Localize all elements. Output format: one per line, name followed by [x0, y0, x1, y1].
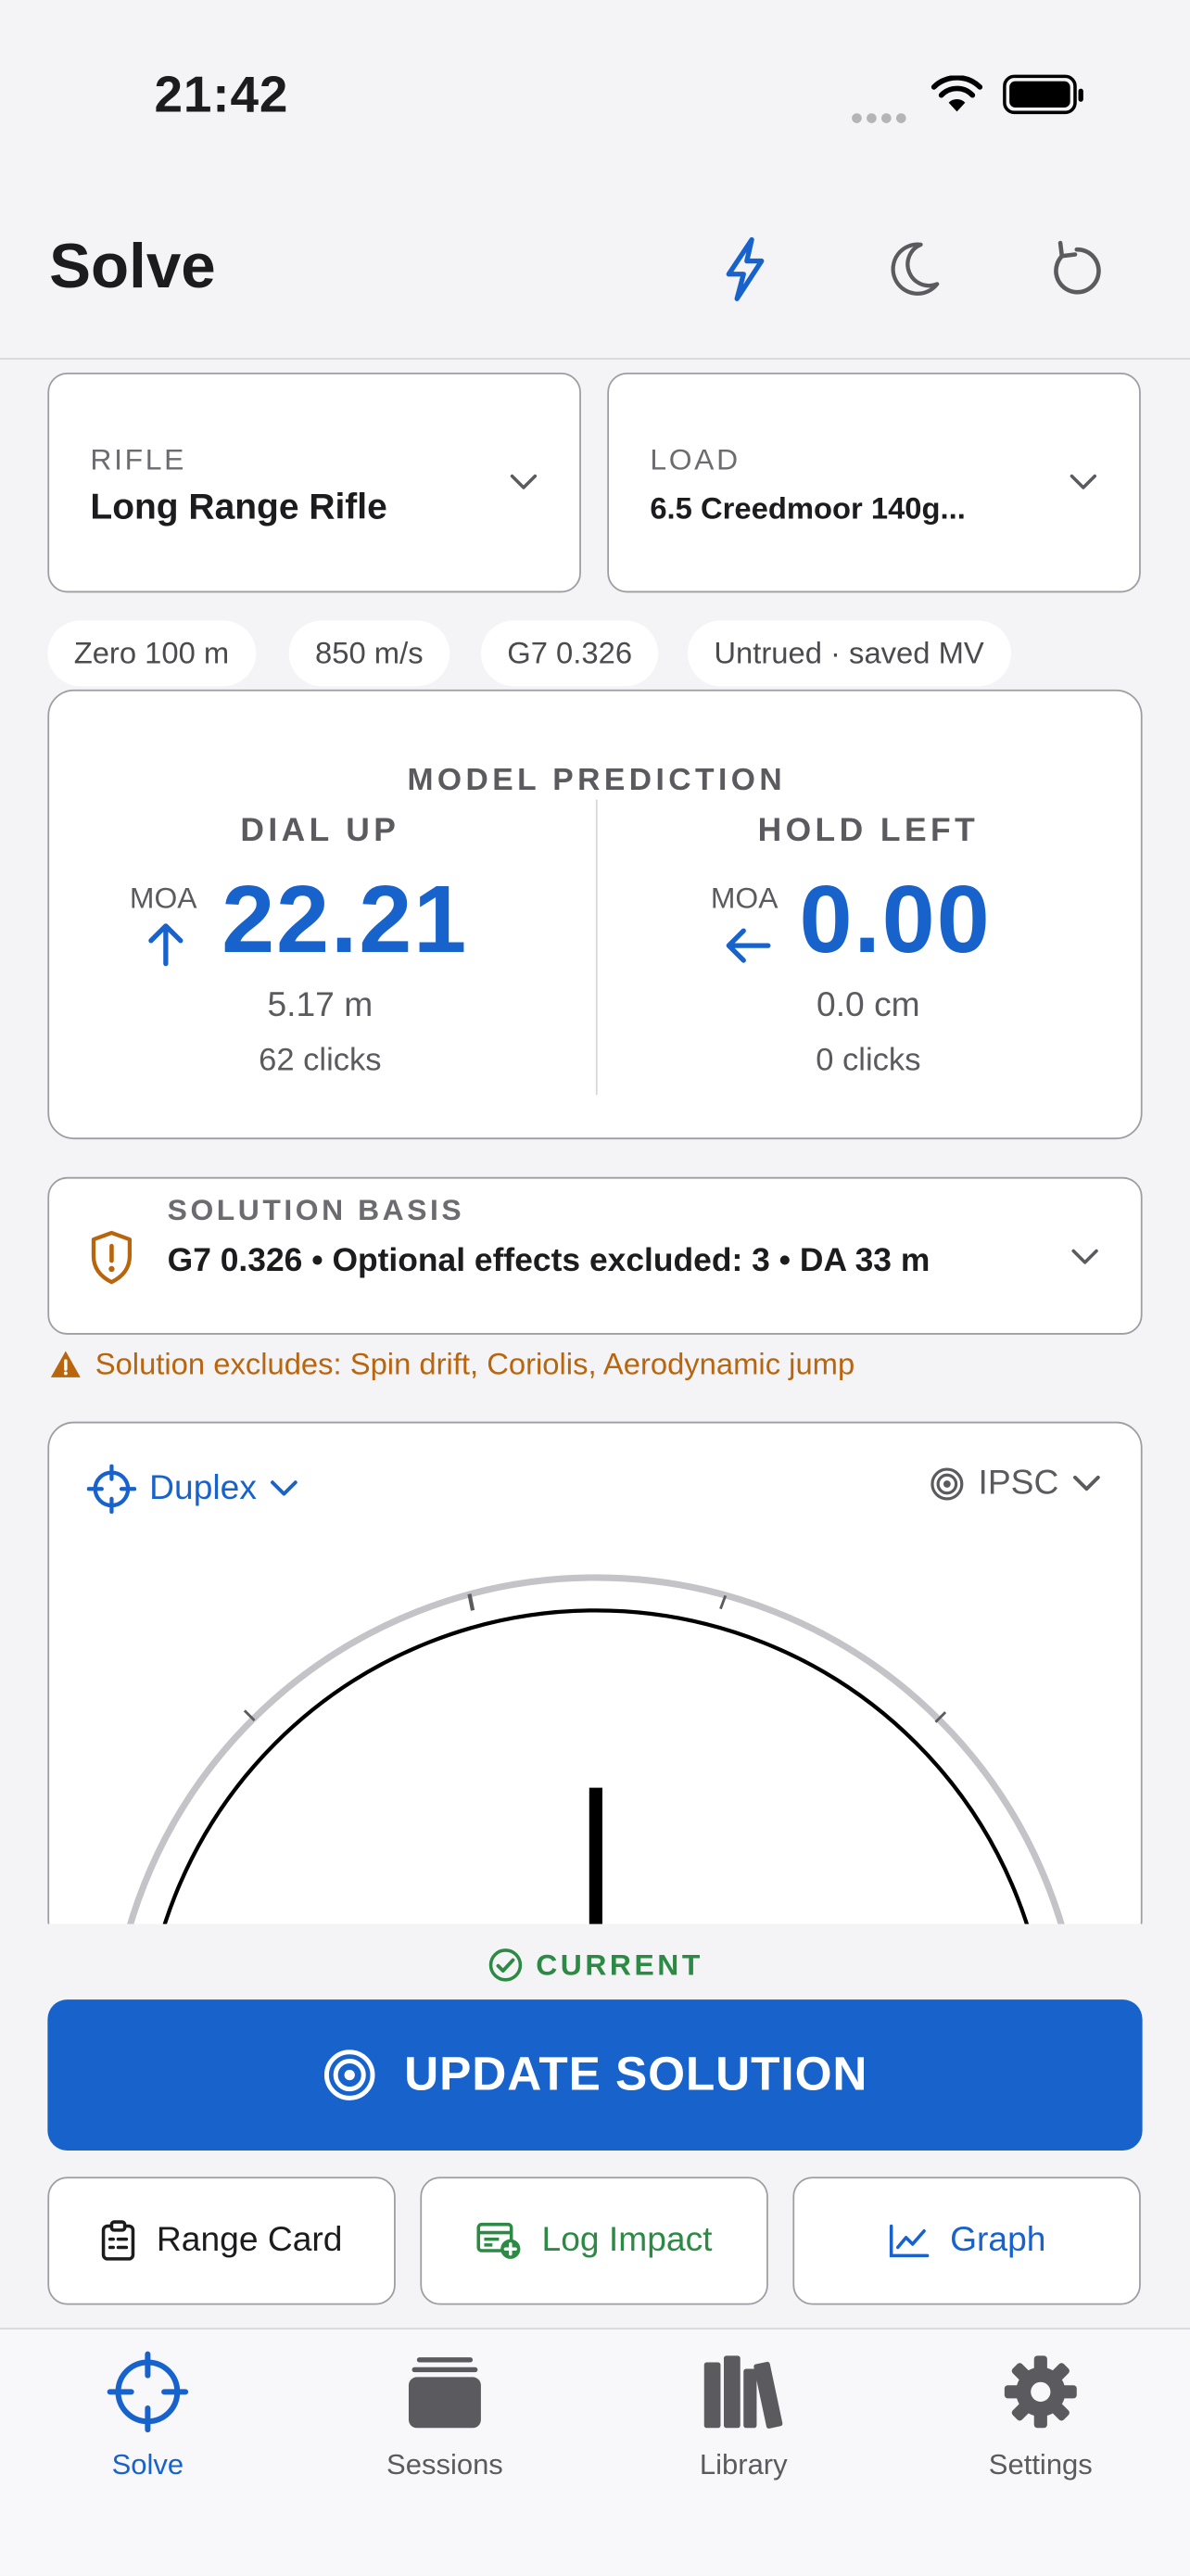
zero-chip: Zero 100 m — [47, 620, 256, 687]
header-divider — [0, 358, 1190, 360]
tab-sessions[interactable]: Sessions — [330, 2346, 560, 2482]
log-add-icon — [476, 2222, 521, 2259]
rifle-label: RIFLE — [90, 443, 187, 476]
tab-solve[interactable]: Solve — [32, 2346, 262, 2482]
hold-left-linear: 0.0 cm — [817, 986, 920, 1025]
reticle-card: Duplex IPSC — [47, 1421, 1143, 1948]
reticle-view[interactable] — [49, 1423, 1142, 1947]
hold-left-title: HOLD LEFT — [757, 812, 980, 849]
log-impact-label: Log Impact — [541, 2221, 713, 2259]
dial-up-unit: MOA — [129, 882, 197, 915]
prediction-divider — [595, 799, 598, 1096]
graph-label: Graph — [950, 2221, 1046, 2259]
chart-line-icon — [889, 2224, 930, 2258]
warning-text: Solution excludes: Spin drift, Coriolis,… — [95, 1346, 855, 1381]
dial-up-value: 22.21 — [222, 867, 469, 974]
log-impact-button[interactable]: Log Impact — [420, 2176, 768, 2305]
arrow-up-icon — [148, 923, 184, 967]
bc-chip: G7 0.326 — [480, 620, 659, 687]
truing-chip: Untrued · saved MV — [688, 620, 1011, 687]
dial-up-linear: 5.17 m — [267, 986, 373, 1025]
update-solution-button[interactable]: UPDATE SOLUTION — [47, 1999, 1143, 2151]
tab-sessions-label: Sessions — [386, 2447, 503, 2481]
chevron-down-icon — [1070, 474, 1097, 489]
wifi-icon — [930, 75, 983, 112]
velocity-chip: 850 m/s — [288, 620, 449, 687]
hold-left-value: 0.00 — [799, 867, 992, 974]
hold-left-clicks: 0 clicks — [816, 1042, 921, 1079]
dark-mode-moon-icon[interactable] — [877, 233, 949, 305]
dial-up-clicks: 62 clicks — [259, 1042, 382, 1079]
load-label: LOAD — [650, 443, 741, 476]
status-time: 21:42 — [154, 65, 289, 123]
lightning-icon[interactable] — [709, 233, 781, 305]
chevron-down-icon — [510, 474, 538, 489]
clipboard-icon — [102, 2220, 135, 2261]
page-title: Solve — [49, 233, 216, 302]
load-selector[interactable]: LOAD 6.5 Creedmoor 140g... — [607, 373, 1141, 593]
graph-button[interactable]: Graph — [792, 2176, 1141, 2305]
solution-basis-card[interactable]: SOLUTION BASIS G7 0.326 • Optional effec… — [47, 1176, 1143, 1335]
solution-basis-label: SOLUTION BASIS — [167, 1193, 465, 1226]
rifle-value: Long Range Rifle — [90, 486, 387, 527]
books-icon — [703, 2355, 783, 2429]
update-solution-label: UPDATE SOLUTION — [404, 2048, 868, 2100]
solution-status-text: CURRENT — [536, 1948, 703, 1981]
tab-library[interactable]: Library — [628, 2346, 858, 2482]
solution-status: CURRENT — [0, 1947, 1190, 1983]
tab-settings[interactable]: Settings — [926, 2346, 1156, 2482]
range-card-label: Range Card — [156, 2221, 343, 2259]
check-circle-icon — [487, 1948, 522, 1982]
crosshair-icon — [107, 2351, 189, 2433]
tab-solve-label: Solve — [111, 2447, 184, 2481]
arrow-left-icon — [726, 928, 771, 963]
reset-icon[interactable] — [1041, 233, 1113, 305]
tab-settings-label: Settings — [988, 2447, 1093, 2481]
hold-left-unit: MOA — [710, 882, 779, 915]
prediction-title: MODEL PREDICTION — [407, 763, 787, 798]
dial-up-title: DIAL UP — [240, 812, 400, 849]
range-card-button[interactable]: Range Card — [47, 2176, 396, 2305]
tab-library-label: Library — [699, 2447, 788, 2481]
rifle-selector[interactable]: RIFLE Long Range Rifle — [47, 373, 581, 593]
chevron-down-icon — [1071, 1249, 1098, 1264]
gear-icon — [1004, 2355, 1077, 2429]
shield-alert-icon — [91, 1230, 133, 1285]
cellular-signal-icon — [852, 102, 911, 132]
warning-triangle-icon — [50, 1351, 81, 1377]
exclusion-warning: Solution excludes: Spin drift, Coriolis,… — [49, 1346, 855, 1382]
battery-icon — [1003, 74, 1083, 115]
model-prediction-card: MODEL PREDICTION DIAL UP HOLD LEFT MOA 2… — [47, 689, 1143, 1140]
tab-bar: Solve Sessions Library Settings — [0, 2328, 1190, 2576]
load-value: 6.5 Creedmoor 140g... — [650, 490, 966, 526]
sessions-stack-icon — [408, 2357, 481, 2429]
target-icon — [324, 2049, 375, 2100]
solution-basis-text: G7 0.326 • Optional effects excluded: 3 … — [167, 1242, 930, 1279]
